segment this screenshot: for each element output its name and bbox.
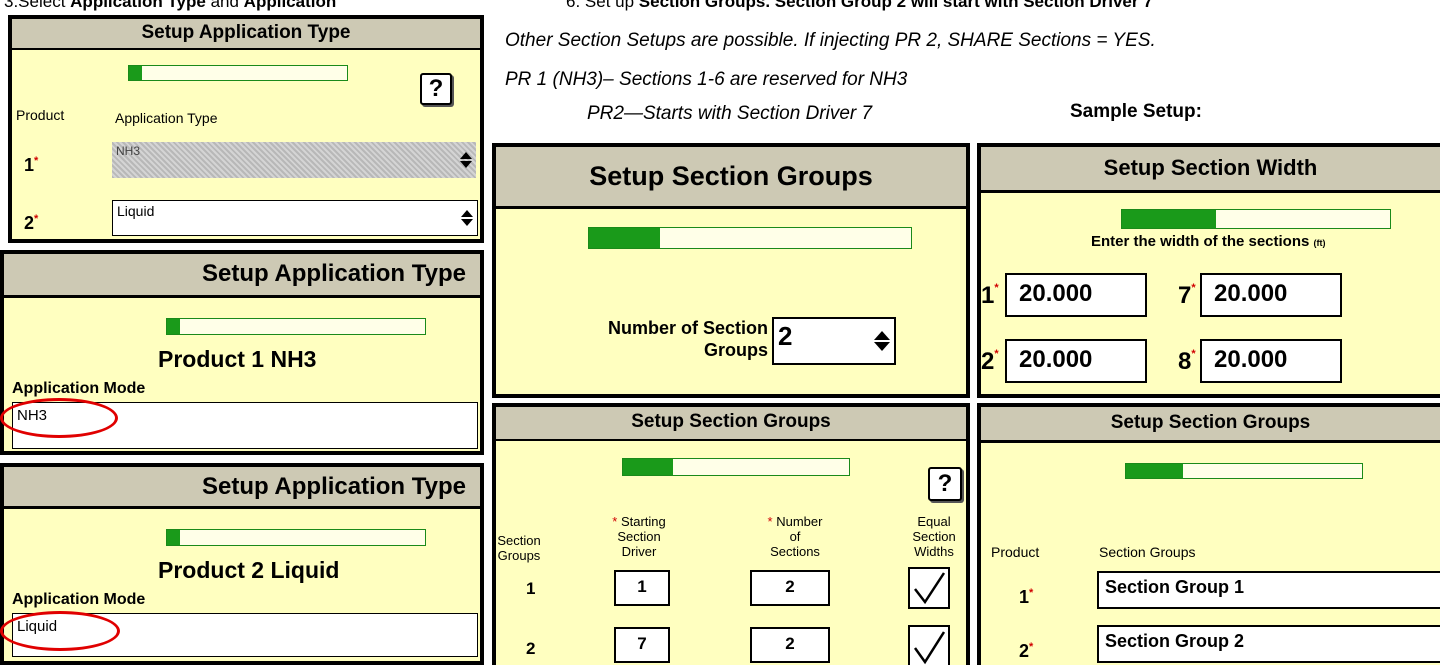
progress-bar bbox=[588, 227, 912, 249]
panel-title: Setup Application Type bbox=[4, 254, 480, 298]
checkmark-icon bbox=[914, 572, 946, 605]
panel-title: Setup Section Width bbox=[981, 147, 1440, 193]
up-down-arrows-icon bbox=[874, 331, 890, 351]
note-line-1: Other Section Setups are possible. If in… bbox=[505, 30, 1156, 51]
checkmark-icon bbox=[913, 631, 946, 665]
progress-fill bbox=[589, 228, 660, 248]
number-of-section-groups-label: Number of Section Groups bbox=[607, 318, 768, 360]
panel-title: Setup Section Groups bbox=[981, 407, 1440, 443]
step-3-instruction: 3.Select Application Type and Applicatio… bbox=[4, 0, 337, 11]
help-button[interactable]: ? bbox=[420, 73, 452, 105]
product-column-header: Product bbox=[16, 107, 65, 123]
product-heading: Product 2 Liquid bbox=[158, 557, 340, 583]
product-heading: Product 1 NH3 bbox=[158, 346, 317, 372]
number-of-sections-column-header: * Number of Sections bbox=[767, 514, 823, 559]
panel-title: Setup Application Type bbox=[12, 19, 480, 50]
progress-bar bbox=[166, 318, 426, 335]
section-8-number: 8* bbox=[1178, 348, 1196, 375]
section-group-1-name-input[interactable]: Section Group 1 bbox=[1097, 571, 1440, 609]
panel-title: Setup Section Groups bbox=[496, 407, 966, 441]
starting-driver-column-header: * Starting Section Driver bbox=[612, 514, 666, 559]
progress-fill bbox=[1122, 210, 1216, 228]
product-1-number: 1* bbox=[1019, 587, 1034, 607]
progress-bar bbox=[1125, 463, 1363, 479]
group-2-number-of-sections-input[interactable]: 2 bbox=[750, 627, 830, 663]
panel-section-group-count: Setup Section Groups Number of Section G… bbox=[492, 143, 970, 398]
group-1-number: 1 bbox=[526, 579, 536, 598]
product-2-number: 2* bbox=[1019, 641, 1034, 661]
panel-section-width: Setup Section Width Enter the width of t… bbox=[977, 143, 1440, 398]
section-2-number: 2* bbox=[981, 348, 999, 375]
section-8-width-input[interactable]: 20.000 bbox=[1200, 339, 1342, 383]
application-mode-label: Application Mode bbox=[12, 380, 146, 397]
sample-setup-label: Sample Setup: bbox=[1070, 101, 1202, 122]
progress-bar bbox=[1121, 209, 1391, 229]
section-groups-column-header: Section Groups bbox=[497, 533, 541, 563]
group-1-equal-widths-checkbox[interactable] bbox=[908, 567, 950, 609]
progress-bar bbox=[128, 65, 348, 81]
application-mode-label: Application Mode bbox=[12, 591, 146, 608]
progress-fill bbox=[623, 459, 673, 475]
application-type-column-header: Application Type bbox=[115, 110, 218, 126]
step-6-instruction: 6. Set up Section Groups. Section Group … bbox=[566, 0, 1153, 11]
section-7-number: 7* bbox=[1178, 282, 1196, 309]
progress-bar bbox=[166, 529, 426, 546]
application-type-select-product-1[interactable]: NH3 bbox=[112, 142, 476, 178]
product-2-number: 2* bbox=[24, 213, 39, 233]
application-type-select-product-2[interactable]: Liquid bbox=[112, 200, 478, 236]
section-2-width-input[interactable]: 20.000 bbox=[1005, 339, 1147, 383]
highlight-oval bbox=[0, 611, 120, 651]
group-2-starting-driver-input[interactable]: 7 bbox=[614, 627, 670, 663]
help-button[interactable]: ? bbox=[928, 467, 962, 501]
product-column-header: Product bbox=[991, 544, 1040, 560]
up-down-arrows-icon bbox=[460, 152, 472, 168]
group-2-equal-widths-checkbox[interactable] bbox=[908, 625, 950, 665]
progress-bar bbox=[622, 458, 850, 476]
group-2-number: 2 bbox=[526, 639, 536, 658]
width-instruction: Enter the width of the sections (ft) bbox=[1091, 233, 1326, 250]
note-line-2: PR 1 (NH3)– Sections 1-6 are reserved fo… bbox=[505, 69, 908, 90]
section-1-number: 1* bbox=[981, 282, 999, 309]
section-7-width-input[interactable]: 20.000 bbox=[1200, 273, 1342, 317]
group-1-number-of-sections-input[interactable]: 2 bbox=[750, 570, 830, 606]
section-groups-column-header: Section Groups bbox=[1099, 544, 1196, 560]
panel-section-group-names: Setup Section Groups Product Section Gro… bbox=[977, 403, 1440, 665]
progress-fill bbox=[1126, 464, 1183, 478]
progress-fill bbox=[167, 319, 180, 334]
group-1-starting-driver-input[interactable]: 1 bbox=[614, 570, 670, 606]
equal-widths-column-header: Equal Section Widths bbox=[912, 514, 956, 559]
progress-fill bbox=[129, 66, 143, 80]
panel-title: Setup Application Type bbox=[4, 467, 480, 509]
panel-section-groups-table: Setup Section Groups ? Section Groups * S… bbox=[492, 403, 970, 665]
section-groups-count-input[interactable]: 2 bbox=[772, 317, 896, 365]
panel-title: Setup Section Groups bbox=[496, 147, 966, 209]
section-group-2-name-input[interactable]: Section Group 2 bbox=[1097, 625, 1440, 663]
panel-application-type: Setup Application Type ? Product Applica… bbox=[8, 15, 484, 243]
section-1-width-input[interactable]: 20.000 bbox=[1005, 273, 1147, 317]
product-1-number: 1* bbox=[24, 155, 39, 175]
progress-fill bbox=[167, 530, 180, 545]
note-line-3: PR2—Starts with Section Driver 7 bbox=[587, 103, 873, 124]
highlight-oval bbox=[0, 398, 118, 438]
up-down-arrows-icon bbox=[461, 210, 473, 226]
